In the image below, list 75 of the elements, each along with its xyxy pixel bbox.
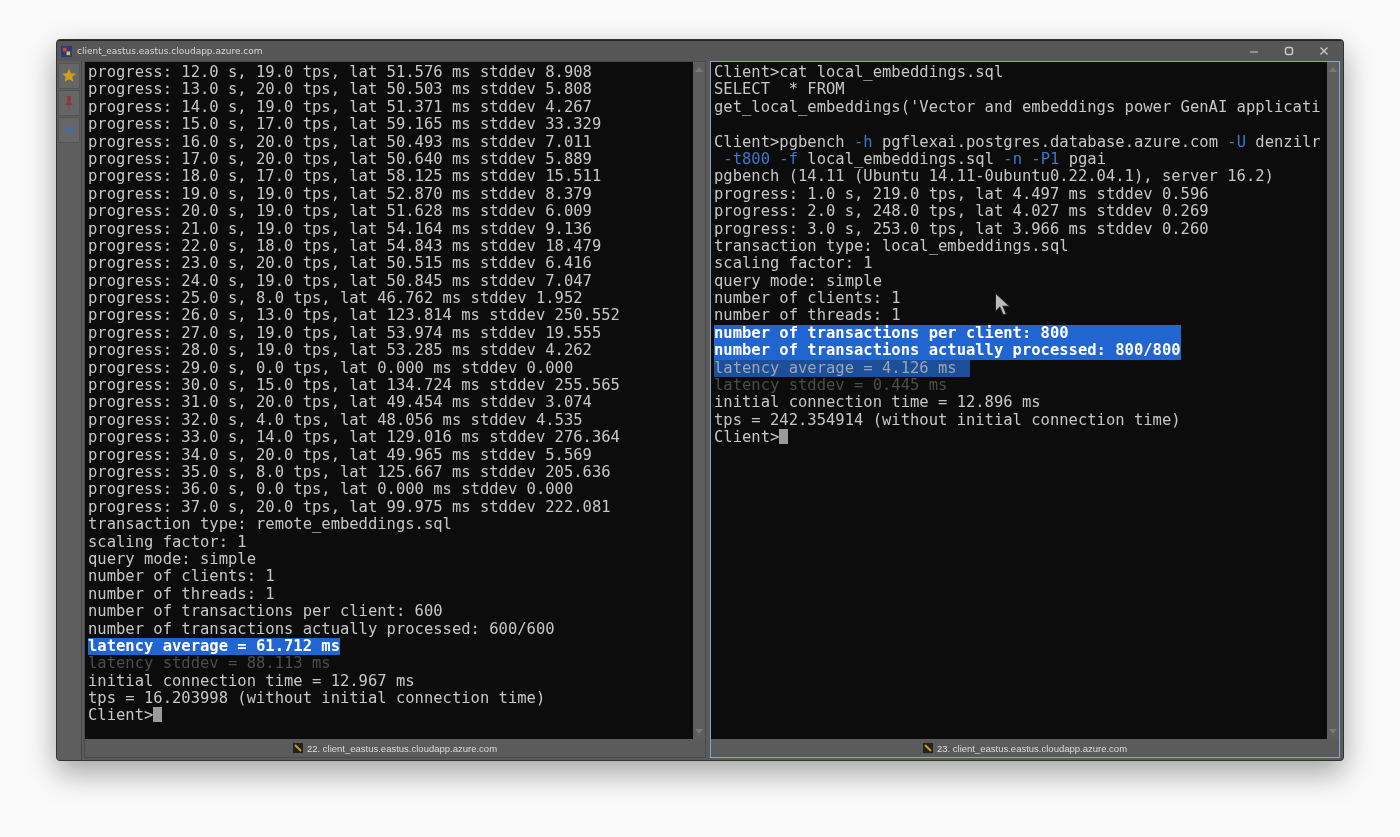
text-cursor [779, 429, 789, 445]
terminal-line: number of threads: 1 [714, 307, 901, 325]
maximize-icon [1284, 46, 1294, 56]
terminal-line: progress: 26.0 s, 13.0 tps, lat 123.814 ms stddev 250.552 [88, 307, 620, 325]
terminal-line: progress: 12.0 s, 19.0 tps, lat 51.576 ms stddev 8.908 [88, 64, 592, 82]
terminal-icon [922, 743, 933, 753]
terminal-line: progress: 35.0 s, 8.0 tps, lat 125.667 ms stddev 205.636 [88, 464, 611, 482]
command-line: -t800 -f local_embeddings.sql -n -P1 pgai [723, 150, 1107, 169]
terminal-line: progress: 33.0 s, 14.0 tps, lat 129.016 ms stddev 276.364 [88, 429, 620, 447]
scroll-up-icon[interactable] [1329, 66, 1337, 72]
terminal-line: progress: 37.0 s, 20.0 tps, lat 99.975 ms stddev 222.081 [88, 498, 611, 517]
text-cursor [153, 707, 163, 723]
terminal-line: scaling factor: 1 [714, 255, 873, 273]
terminal-line: tps = 242.354914 (without initial connection time) [714, 411, 1181, 430]
terminal-line: scaling factor: 1 [88, 533, 247, 551]
terminal-line: progress: 18.0 s, 17.0 tps, lat 58.125 ms stddev 15.511 [88, 168, 602, 186]
command-line: Client>pgbench -h pgflexai.postgres.database.azure.com -U denzilr [714, 133, 1321, 151]
toolbar-button[interactable] [58, 90, 80, 116]
terminal-line: progress: 31.0 s, 20.0 tps, lat 49.454 ms stddev 3.074 [88, 394, 592, 412]
terminal-line: SELECT * FROM [714, 81, 845, 99]
terminal-line: number of transactions actually processed: 600/600 [88, 620, 555, 638]
terminal-line: latency stddev = 0.445 ms [714, 377, 948, 395]
terminal-line: progress: 21.0 s, 19.0 tps, lat 54.164 ms stddev 9.136 [88, 220, 592, 238]
terminal-line: transaction type: remote_embeddings.sql [88, 516, 452, 534]
terminal-line: progress: 30.0 s, 15.0 tps, lat 134.724 ms stddev 255.565 [88, 377, 620, 395]
terminal-line: query mode: simple [88, 550, 256, 569]
terminal-line: pgbench (14.11 (Ubuntu 14.11-0ubuntu0.22.04.1), server 16.2) [714, 168, 1274, 186]
terminal-line: progress: 1.0 s, 219.0 tps, lat 4.497 ms stddev 0.596 [714, 185, 1209, 204]
terminal-line: progress: 17.0 s, 20.0 tps, lat 50.640 ms stddev 5.889 [88, 150, 592, 169]
terminal-line: query mode: simple [714, 272, 882, 291]
window-title: client_eastus.eastus.cloudapp.azure.com [77, 46, 263, 56]
terminal-line: number of clients: 1 [714, 290, 901, 308]
close-icon [1319, 46, 1329, 56]
terminal-line: progress: 13.0 s, 20.0 tps, lat 50.503 ms stddev 5.808 [88, 81, 592, 99]
terminal-line: progress: 22.0 s, 18.0 tps, lat 54.843 ms stddev 18.479 [88, 237, 602, 256]
terminal-line: progress: 29.0 s, 0.0 tps, lat 0.000 ms stddev 0.000 [88, 359, 574, 378]
terminal-line: progress: 32.0 s, 4.0 tps, lat 48.056 ms stddev 4.535 [88, 411, 583, 430]
terminal-line: initial connection time = 12.967 ms [88, 672, 415, 691]
mouse-pointer-icon [994, 292, 1010, 316]
scroll-down-icon[interactable] [1329, 729, 1337, 735]
terminal-line: progress: 23.0 s, 20.0 tps, lat 50.515 ms stddev 6.416 [88, 255, 592, 273]
terminal-line: progress: 28.0 s, 19.0 tps, lat 53.285 ms stddev 4.262 [88, 342, 592, 360]
terminal-pane[interactable] [710, 61, 1340, 758]
terminal-pane[interactable] [84, 61, 706, 758]
terminal-line: progress: 20.0 s, 19.0 tps, lat 51.628 ms stddev 6.009 [88, 203, 592, 221]
terminal-line: progress: 16.0 s, 20.0 tps, lat 50.493 ms stddev 7.011 [88, 133, 592, 151]
terminal-line: progress: 14.0 s, 19.0 tps, lat 51.371 ms stddev 4.267 [88, 98, 592, 117]
terminal-line: tps = 16.203998 (without initial connection time) [88, 690, 546, 708]
terminal-line: get_local_embeddings('Vector and embeddings power GenAI applicati [714, 98, 1321, 117]
scroll-down-icon[interactable] [695, 729, 703, 735]
terminal-line: progress: 19.0 s, 19.0 tps, lat 52.870 ms stddev 8.379 [88, 185, 592, 204]
terminal-line: progress: 3.0 s, 253.0 tps, lat 3.966 ms stddev 0.260 [714, 220, 1209, 238]
terminal-line: progress: 24.0 s, 19.0 tps, lat 50.845 ms stddev 7.047 [88, 272, 592, 291]
terminal-line: Client>cat local_embeddings.sql [714, 64, 1004, 82]
app-icon [61, 45, 72, 57]
terminal-line: number of transactions per client: 600 [88, 603, 443, 621]
prompt: Client> [88, 706, 154, 725]
terminal-line: transaction type: local_embeddings.sql [714, 237, 1069, 256]
terminal-line: progress: 27.0 s, 19.0 tps, lat 53.974 ms stddev 19.555 [88, 324, 602, 343]
terminal-line: progress: 36.0 s, 0.0 tps, lat 0.000 ms stddev 0.000 [88, 481, 574, 499]
star-icon [61, 68, 77, 84]
terminal-line: progress: 34.0 s, 20.0 tps, lat 49.965 ms stddev 5.569 [88, 446, 592, 464]
paper-plane-icon [61, 122, 77, 138]
scroll-up-icon[interactable] [695, 66, 703, 72]
terminal-line: progress: 25.0 s, 8.0 tps, lat 46.762 ms stddev 1.952 [88, 290, 583, 308]
terminal-line: latency stddev = 88.113 ms [88, 655, 331, 673]
terminal-line: initial connection time = 12.896 ms [714, 394, 1041, 412]
terminal-line: progress: 2.0 s, 248.0 tps, lat 4.027 ms stddev 0.269 [714, 203, 1209, 221]
prompt: Client> [714, 428, 780, 447]
toolbar-button[interactable] [58, 117, 80, 143]
terminal-icon [292, 743, 303, 753]
terminal-line: number of clients: 1 [88, 568, 275, 586]
terminal-line: number of threads: 1 [88, 585, 275, 604]
toolbar-button[interactable] [58, 63, 80, 89]
terminal-line: progress: 15.0 s, 17.0 tps, lat 59.165 ms stddev 33.329 [88, 116, 602, 134]
